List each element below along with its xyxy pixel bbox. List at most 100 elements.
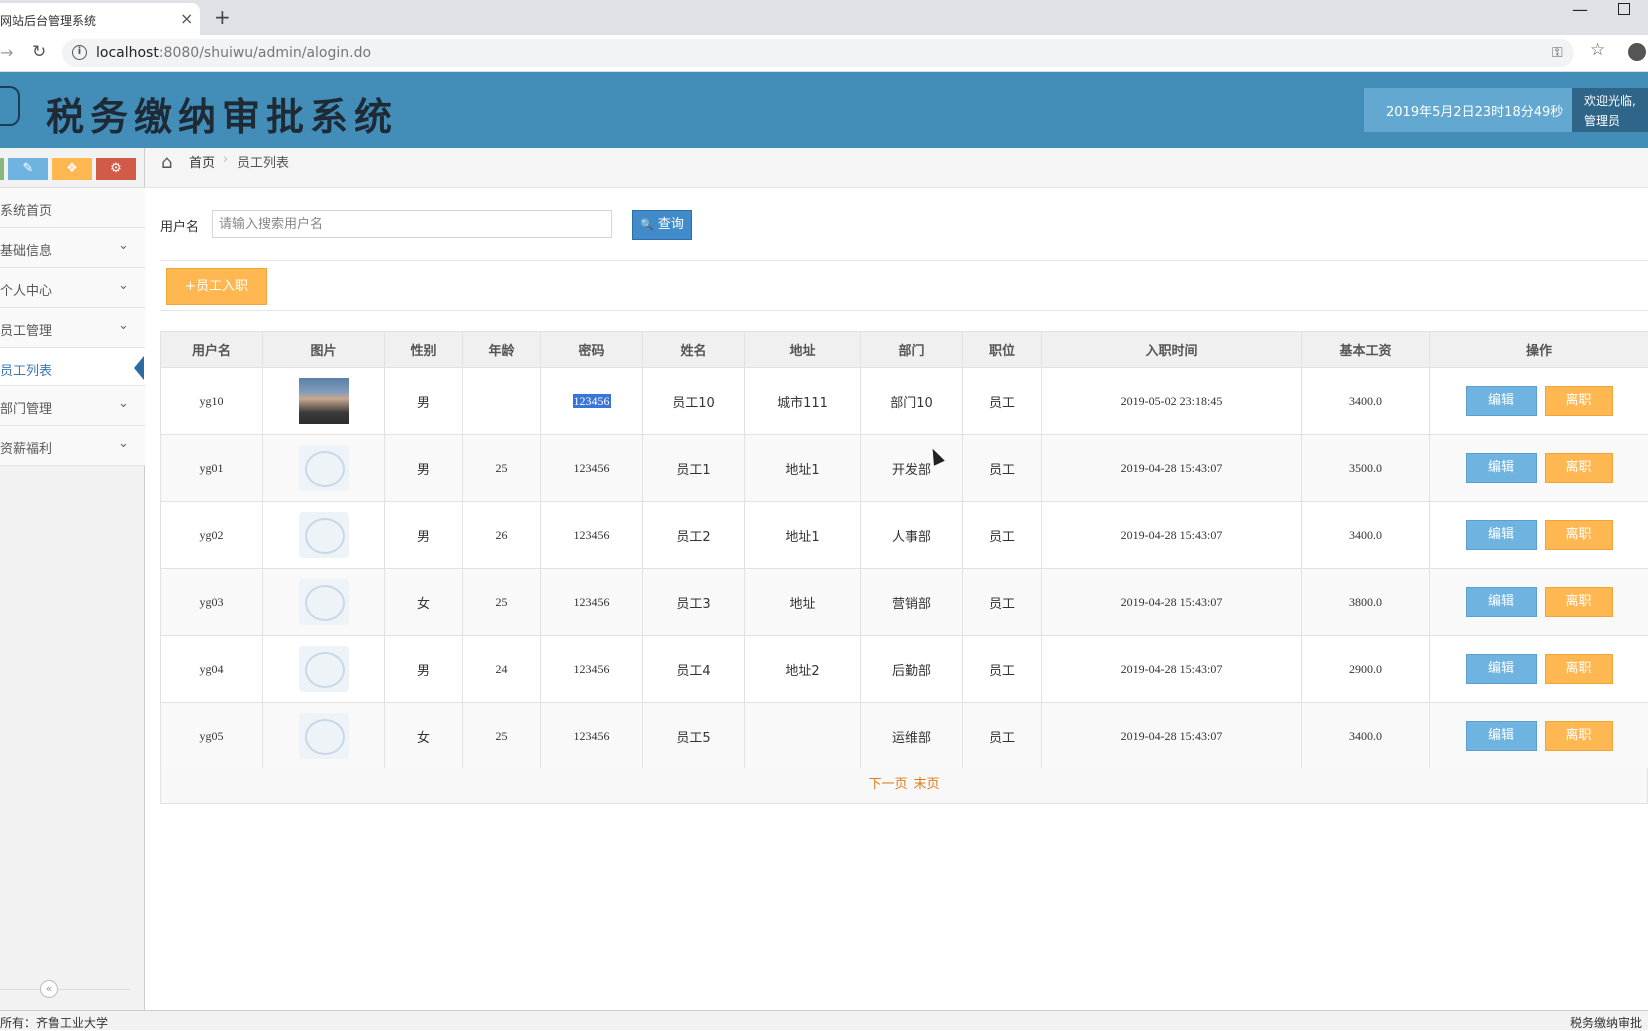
profile-icon[interactable] <box>1628 43 1646 61</box>
shortcut-edit-button[interactable]: ✎ <box>8 158 48 180</box>
cell-username: yg02 <box>161 502 263 569</box>
back-icon[interactable]: → <box>0 43 13 62</box>
app-header: 税务缴纳审批系统 2019年5月2日23时18分49秒 欢迎光临, 管理员 <box>0 72 1648 148</box>
reload-icon[interactable]: ↻ <box>32 42 46 62</box>
age-value: 25 <box>496 595 508 609</box>
salary-value: 3800.0 <box>1349 595 1382 609</box>
sidebar-item-personal-center[interactable]: 个人中心 ⌄ <box>0 268 145 308</box>
next-page-link[interactable]: 下一页 <box>868 777 907 792</box>
password-value: 123456 <box>573 394 611 408</box>
window-maximize-button[interactable] <box>1618 3 1630 15</box>
search-icon: 🔍 <box>640 218 654 231</box>
column-header: 部门 <box>861 332 963 368</box>
cell-name: 员工2 <box>643 502 745 569</box>
sidebar-collapse-button[interactable]: « <box>40 980 58 998</box>
gender-value: 男 <box>417 396 430 411</box>
last-page-link[interactable]: 末页 <box>914 777 940 792</box>
address-value: 地址 <box>789 597 815 612</box>
url-host: localhost <box>96 45 159 61</box>
cell-name: 员工10 <box>643 368 745 435</box>
add-employee-button[interactable]: +员工入职 <box>166 268 267 305</box>
resign-button[interactable]: 离职 <box>1545 587 1613 617</box>
cell-photo <box>263 703 385 770</box>
resign-button[interactable]: 离职 <box>1545 386 1613 416</box>
bookmark-star-icon[interactable]: ☆ <box>1590 40 1605 60</box>
cell-username: yg10 <box>161 368 263 435</box>
sidebar-item-salary-benefits[interactable]: 资薪福利 ⌄ <box>0 426 145 466</box>
salary-value: 3400.0 <box>1349 729 1382 743</box>
home-icon[interactable]: ⌂ <box>161 152 172 173</box>
cell-position: 员工 <box>963 569 1042 636</box>
cell-salary: 3800.0 <box>1302 569 1430 636</box>
breadcrumb: ⌂ 首页 › 员工列表 <box>145 148 1648 188</box>
cell-username: yg01 <box>161 435 263 502</box>
resign-button[interactable]: 离职 <box>1545 453 1613 483</box>
chevron-down-icon: ⌄ <box>118 318 129 333</box>
gender-value: 女 <box>417 597 430 612</box>
user-menu[interactable]: 欢迎光临, 管理员 <box>1572 88 1648 132</box>
footer-copyright: 所有：齐鲁工业大学 <box>0 1014 108 1031</box>
age-value: 24 <box>496 662 508 676</box>
edit-button[interactable]: 编辑 <box>1466 721 1537 751</box>
sidebar-item-department-management[interactable]: 部门管理 ⌄ <box>0 386 145 426</box>
chevron-down-icon: ⌄ <box>118 396 129 411</box>
cell-address: 地址1 <box>745 435 861 502</box>
password-value: 123456 <box>574 595 610 609</box>
sidebar-item-label: 员工管理 <box>0 320 52 339</box>
table-row: yg10男123456员工10城市111部门10员工2019-05-02 23:… <box>161 368 1648 435</box>
cell-salary: 3400.0 <box>1302 368 1430 435</box>
table-row: yg03女25123456员工3地址营销部员工2019-04-28 15:43:… <box>161 569 1648 636</box>
edit-button[interactable]: 编辑 <box>1466 453 1537 483</box>
resign-button[interactable]: 离职 <box>1545 654 1613 684</box>
cell-password: 123456 <box>541 502 643 569</box>
edit-button[interactable]: 编辑 <box>1466 520 1537 550</box>
divider <box>160 310 1648 311</box>
cell-username: yg03 <box>161 569 263 636</box>
resign-button[interactable]: 离职 <box>1545 520 1613 550</box>
edit-button[interactable]: 编辑 <box>1466 386 1537 416</box>
cell-address: 城市111 <box>745 368 861 435</box>
window-minimize-button[interactable]: — <box>1572 0 1588 19</box>
tab-close-icon[interactable]: × <box>180 9 193 28</box>
edit-button[interactable]: 编辑 <box>1466 587 1537 617</box>
cell-photo <box>263 368 385 435</box>
url-field[interactable]: i localhost:8080/shuiwu/admin/alogin.do … <box>62 39 1574 67</box>
column-header: 年龄 <box>463 332 541 368</box>
resign-button[interactable]: 离职 <box>1545 721 1613 751</box>
search-button[interactable]: 🔍 查询 <box>632 210 692 240</box>
cell-address: 地址2 <box>745 636 861 703</box>
cell-photo <box>263 502 385 569</box>
cell-position: 员工 <box>963 703 1042 770</box>
sidebar-item-label: 资薪福利 <box>0 438 52 457</box>
key-icon[interactable]: ⚿ <box>1552 45 1563 61</box>
sidebar-item-home[interactable]: 系统首页 <box>0 188 145 228</box>
cell-salary: 3400.0 <box>1302 703 1430 770</box>
sidebar-item-basic-info[interactable]: 基础信息 ⌄ <box>0 228 145 268</box>
cell-age: 25 <box>463 569 541 636</box>
sidebar-item-employee-management[interactable]: 员工管理 ⌄ <box>0 308 145 348</box>
browser-tab[interactable]: 网站后台管理系统 × <box>0 3 200 35</box>
new-tab-button[interactable]: + <box>214 5 231 29</box>
cell-gender: 男 <box>385 368 463 435</box>
cell-hired: 2019-04-28 15:43:07 <box>1042 435 1302 502</box>
employee-photo <box>299 646 349 692</box>
password-value: 123456 <box>574 461 610 475</box>
breadcrumb-home-link[interactable]: 首页 <box>189 152 215 171</box>
column-header: 操作 <box>1430 332 1648 368</box>
url-text[interactable]: localhost:8080/shuiwu/admin/alogin.do <box>96 45 371 61</box>
table-row: yg04男24123456员工4地址2后勤部员工2019-04-28 15:43… <box>161 636 1648 703</box>
cell-username: yg04 <box>161 636 263 703</box>
shortcut-stats-button[interactable] <box>0 158 4 180</box>
search-input[interactable] <box>212 210 612 238</box>
employee-photo <box>299 512 349 558</box>
salary-value: 3400.0 <box>1349 528 1382 542</box>
sidebar-item-employee-list[interactable]: 员工列表 <box>0 348 145 386</box>
edit-button[interactable]: 编辑 <box>1466 654 1537 684</box>
cell-password: 123456 <box>541 569 643 636</box>
cell-age <box>463 368 541 435</box>
position-value: 员工 <box>989 597 1015 612</box>
hired-value: 2019-04-28 15:43:07 <box>1121 595 1223 609</box>
info-icon[interactable]: i <box>72 45 87 60</box>
shortcut-settings-button[interactable]: ⚙ <box>96 158 136 180</box>
shortcut-users-button[interactable]: ❖ <box>52 158 92 180</box>
